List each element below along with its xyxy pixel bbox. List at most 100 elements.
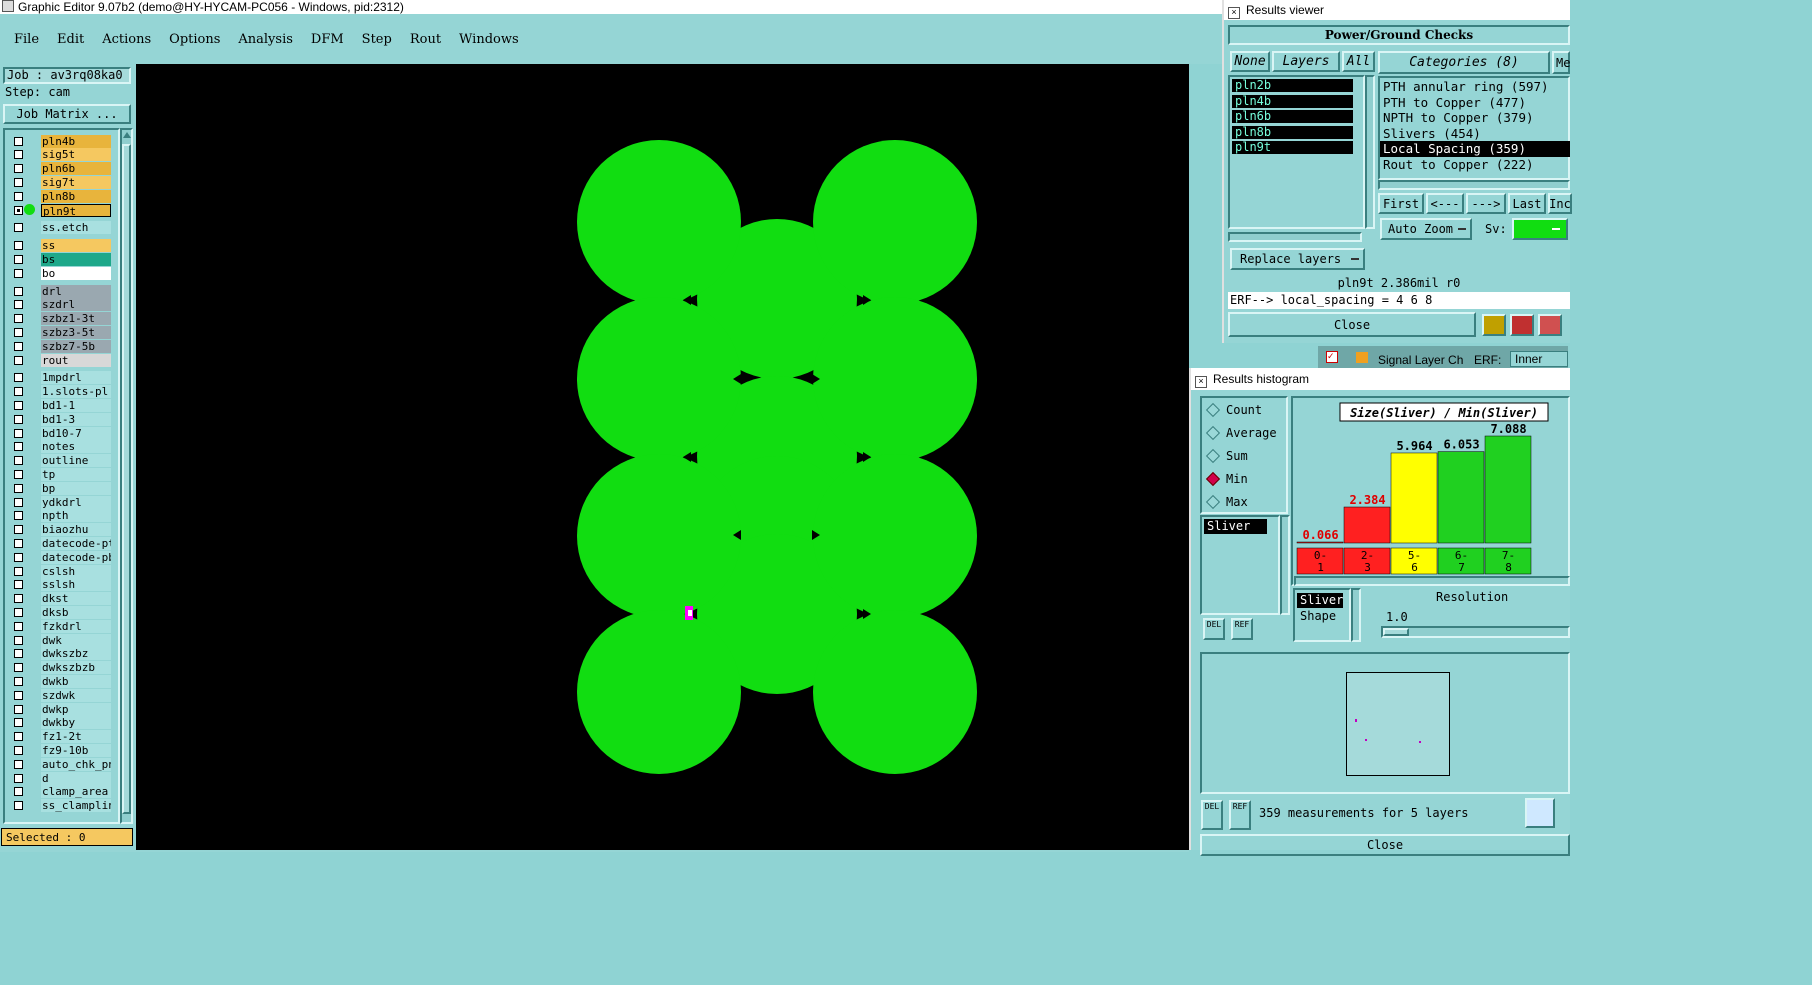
copper-pad[interactable] (813, 297, 977, 461)
layer-name[interactable]: tp (41, 467, 111, 481)
histogram-bar[interactable] (1296, 541, 1344, 544)
layer-name[interactable]: ydkdrl (41, 495, 111, 509)
layer-name[interactable]: sig5t (41, 148, 111, 162)
layer-checkbox[interactable] (14, 355, 23, 365)
layer-name[interactable]: ss (41, 239, 111, 253)
measurement-marker[interactable] (685, 606, 693, 620)
layer-name[interactable]: rout (41, 353, 111, 367)
layer-checkbox[interactable] (14, 442, 23, 452)
layer-row[interactable]: rout (5, 352, 118, 368)
stop-icon[interactable] (1510, 314, 1534, 336)
layer-name[interactable]: dwkby (41, 716, 111, 730)
measurement-list-vscroll[interactable] (1280, 515, 1290, 615)
clear-icon[interactable] (1538, 314, 1562, 336)
layer-name[interactable]: szbz7-5b (41, 339, 111, 353)
layer-checkbox[interactable] (14, 745, 23, 755)
histogram-bar[interactable] (1484, 435, 1532, 544)
nav-prev-button[interactable]: <--- (1426, 193, 1464, 214)
copper-pad[interactable] (813, 140, 977, 304)
all-button[interactable]: All (1342, 51, 1375, 72)
layer-name[interactable]: bo (41, 266, 111, 280)
layer-checkbox[interactable] (14, 428, 23, 438)
category-item[interactable]: Slivers (454) (1380, 126, 1570, 142)
layer-list-scrollbar[interactable] (120, 128, 133, 824)
layer-name[interactable]: fz9-10b (41, 743, 111, 757)
layer-checkbox[interactable] (14, 732, 23, 742)
layer-checkbox[interactable] (14, 150, 23, 160)
nav-next-button[interactable]: ---> (1466, 193, 1506, 214)
layer-checkbox[interactable] (14, 314, 23, 324)
layer-name[interactable]: bd1-3 (41, 412, 111, 426)
layer-checkbox[interactable] (14, 773, 23, 783)
resolution-slider-thumb[interactable] (1383, 628, 1409, 636)
sv-color-menu[interactable] (1512, 218, 1568, 240)
layer-checkbox[interactable] (14, 580, 23, 590)
layer-checkbox[interactable] (14, 566, 23, 576)
layer-name[interactable]: szbz1-3t (41, 312, 111, 326)
layer-checkbox[interactable] (14, 373, 23, 383)
layer-checkbox[interactable] (14, 497, 23, 507)
layer-name[interactable]: dksb (41, 605, 111, 619)
result-layer-item[interactable]: pln2b (1232, 79, 1353, 92)
replace-layers-menu[interactable]: Replace layers (1230, 248, 1365, 270)
nav-inc-button[interactable]: Inc (1548, 193, 1572, 214)
layer-checkbox[interactable] (14, 286, 23, 296)
copper-pad[interactable] (577, 454, 741, 618)
layer-checkbox[interactable] (14, 663, 23, 673)
layer-name[interactable]: bd10-7 (41, 426, 111, 440)
radio-sum[interactable]: Sum (1202, 444, 1286, 467)
radio-average[interactable]: Average (1202, 421, 1286, 444)
categories-hscroll[interactable] (1378, 180, 1570, 190)
del-button[interactable]: DEL (1203, 618, 1225, 640)
histogram-hscroll[interactable] (1294, 576, 1570, 586)
result-layer-item[interactable]: pln6b (1232, 110, 1353, 123)
sliver-list-item[interactable]: Sliver (1204, 519, 1267, 534)
layer-checkbox[interactable] (14, 268, 23, 278)
menu-windows[interactable]: Windows (459, 32, 519, 47)
layer-name[interactable]: pln9t (41, 203, 111, 217)
job-matrix-button[interactable]: Job Matrix ... (3, 104, 131, 124)
layer-name[interactable]: szbz3-5t (41, 325, 111, 339)
layer-name[interactable]: dwkszbz (41, 647, 111, 661)
layer-checkbox[interactable] (14, 223, 23, 233)
layer-checkbox[interactable] (14, 594, 23, 604)
del-button-bottom[interactable]: DEL (1201, 800, 1223, 830)
layer-row[interactable]: pln9t (5, 202, 118, 218)
layer-name[interactable]: datecode-pb (41, 550, 111, 564)
layer-checkbox[interactable] (14, 538, 23, 548)
layer-name[interactable]: pln8b (41, 189, 111, 203)
layer-checkbox[interactable] (14, 164, 23, 174)
layer-checkbox[interactable] (14, 511, 23, 521)
radio-max[interactable]: Max (1202, 490, 1286, 513)
nav-last-button[interactable]: Last (1508, 193, 1546, 214)
layer-name[interactable]: 1mpdrl (41, 371, 111, 385)
category-item[interactable]: PTH annular ring (597) (1380, 79, 1570, 95)
layer-checkbox[interactable] (14, 621, 23, 631)
layer-name[interactable]: dkst (41, 592, 111, 606)
layer-name[interactable]: biaozhu (41, 523, 111, 537)
histogram-bar[interactable] (1343, 506, 1391, 544)
layer-name[interactable]: sig7t (41, 175, 111, 189)
category-item[interactable]: PTH to Copper (477) (1380, 95, 1570, 111)
layer-name[interactable]: auto_chk_pn (41, 757, 111, 771)
layer-checkbox[interactable] (14, 414, 23, 424)
layer-name[interactable]: npth (41, 509, 111, 523)
result-layer-item[interactable]: pln9t (1232, 141, 1353, 154)
layer-name[interactable]: ss.etch (41, 221, 111, 235)
layer-checkbox[interactable] (14, 525, 23, 535)
histogram-bar[interactable] (1390, 452, 1438, 544)
layer-checkbox[interactable] (14, 456, 23, 466)
layer-name[interactable]: dwkp (41, 702, 111, 716)
me-button[interactable]: Me (1552, 51, 1570, 74)
results-layer-hscroll[interactable] (1228, 232, 1362, 242)
layer-name[interactable]: 1.slots-pl (41, 385, 111, 399)
layer-checkbox[interactable] (14, 300, 23, 310)
none-button[interactable]: None (1230, 51, 1270, 72)
layer-checkbox[interactable] (14, 191, 23, 201)
layer-checkbox[interactable] (14, 759, 23, 769)
layer-checkbox[interactable] (14, 635, 23, 645)
results-layer-vscroll[interactable] (1365, 75, 1375, 229)
layer-checkbox[interactable] (14, 254, 23, 264)
layer-checkbox[interactable] (14, 469, 23, 479)
layer-checkbox[interactable] (14, 649, 23, 659)
